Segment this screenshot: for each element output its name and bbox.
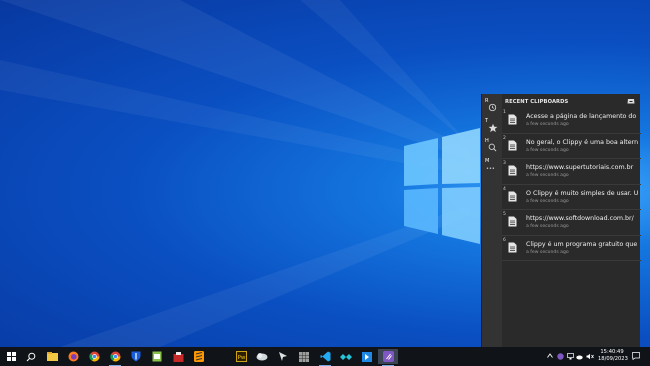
start-icon <box>6 352 16 361</box>
taskbar-chrome-2[interactable] <box>105 349 125 366</box>
clippy-panel: R T H M ••• RECENT CLIPBOARDS 1 Acesse a… <box>481 94 641 348</box>
clip-time: a few seconds ago <box>526 198 569 204</box>
document-icon <box>508 216 517 227</box>
taskbar-app-cursor[interactable] <box>273 349 293 364</box>
more-button[interactable]: M ••• <box>484 158 500 176</box>
taskbar-app-blue[interactable] <box>357 349 377 364</box>
taskbar-notepad[interactable] <box>147 349 167 364</box>
clock-date: 18/09/2023 <box>598 356 628 362</box>
svg-text:Pw: Pw <box>237 355 245 361</box>
taskbar-chrome[interactable] <box>84 349 104 364</box>
item-number: 2 <box>503 135 506 141</box>
clip-time: a few seconds ago <box>526 224 569 229</box>
notepad-icon <box>152 351 162 362</box>
more-icon: ••• <box>486 166 495 172</box>
clip-time: a few seconds ago <box>526 147 569 153</box>
clippy-icon <box>382 351 394 362</box>
taskbar-vscode[interactable] <box>315 349 335 366</box>
clipboard-item[interactable]: 1 Acesse a página de lançamento do Cli a… <box>502 108 641 134</box>
clip-text: No geral, o Clippy é uma boa alternati <box>526 138 638 146</box>
clip-text: Acesse a página de lançamento do Cli <box>526 113 638 120</box>
item-number: 1 <box>503 110 506 115</box>
item-number: 6 <box>503 237 506 243</box>
clipboard-item[interactable]: 5 https://www.softdownload.com.br/ a few… <box>502 210 641 236</box>
clipboard-item[interactable]: 3 https://www.supertutoriais.com.br a fe… <box>502 159 641 185</box>
clock[interactable]: 15:40:49 18/09/2023 <box>598 349 628 363</box>
dreamweaver-icon: Pw <box>235 351 247 362</box>
taskbar-firefox[interactable] <box>63 349 83 364</box>
clippy-tray-icon[interactable] <box>557 353 564 360</box>
clipboard-list: 1 Acesse a página de lançamento do Cli a… <box>502 108 641 261</box>
taskbar-dreamweaver[interactable]: Pw <box>231 349 251 364</box>
vscode-icon <box>320 351 330 362</box>
sublime-icon <box>194 351 204 362</box>
taskbar-app-red[interactable] <box>168 349 188 364</box>
document-icon <box>508 140 517 150</box>
chrome-alt-icon <box>109 351 120 362</box>
taskbar-sublime[interactable] <box>189 349 209 364</box>
taskbar-app-teal[interactable] <box>336 349 356 364</box>
item-number: 5 <box>503 212 506 217</box>
recent-button[interactable]: R <box>484 98 500 116</box>
app-grid-icon <box>299 351 309 362</box>
volume-icon[interactable] <box>586 353 594 360</box>
clippy-sidebar: R T H M ••• <box>482 94 502 348</box>
clock-time: 15:40:49 <box>600 349 624 355</box>
app-cloud-icon <box>256 353 268 361</box>
clipboard-item[interactable]: 6 Clippy é um programa gratuito que ofe … <box>502 236 641 261</box>
taskbar: Pw 15:40:49 18/09/2023 <box>0 347 650 366</box>
search-icon <box>488 143 497 152</box>
app-red-icon <box>173 351 183 362</box>
taskbar-app-cloud[interactable] <box>252 349 272 364</box>
network-icon[interactable] <box>567 353 574 360</box>
search-button[interactable]: H <box>484 138 500 156</box>
clipboard-item[interactable]: 4 O Clippy é muito simples de usar. Uma … <box>502 185 641 210</box>
firefox-icon <box>68 351 78 362</box>
star-icon <box>488 123 498 133</box>
clip-text: Clippy é um programa gratuito que ofe <box>526 240 638 248</box>
clip-time: a few seconds ago <box>526 122 569 127</box>
search-icon <box>26 352 36 361</box>
start-button[interactable] <box>1 349 21 364</box>
history-icon <box>488 103 497 112</box>
taskbar-clippy[interactable] <box>378 349 398 366</box>
taskbar-file-explorer[interactable] <box>42 349 62 364</box>
onedrive-icon[interactable] <box>576 353 583 360</box>
shortcut-key: M <box>485 158 490 164</box>
clip-text: https://www.softdownload.com.br/ <box>526 215 634 222</box>
bitwarden-icon <box>131 351 141 362</box>
item-number: 3 <box>503 161 506 166</box>
notification-icon[interactable] <box>632 352 640 360</box>
tray-box-icon[interactable] <box>627 98 635 104</box>
app-teal-icon <box>340 353 352 360</box>
favorites-button[interactable]: T <box>484 118 500 136</box>
clip-time: a few seconds ago <box>526 249 569 255</box>
taskbar-app-grid[interactable] <box>294 349 314 364</box>
document-icon <box>508 191 517 201</box>
file-explorer-icon <box>46 352 58 361</box>
taskbar-search-button[interactable] <box>21 349 41 364</box>
document-icon <box>508 165 517 176</box>
taskbar-bitwarden[interactable] <box>126 349 146 364</box>
clip-time: a few seconds ago <box>526 173 569 178</box>
app-cursor-icon <box>278 352 287 361</box>
chevron-up-icon[interactable] <box>547 353 553 358</box>
clip-text: https://www.supertutoriais.com.br <box>526 164 634 171</box>
chrome-icon <box>88 351 99 362</box>
app-blue-icon <box>362 351 372 362</box>
panel-title: RECENT CLIPBOARDS <box>505 99 569 105</box>
document-icon <box>508 114 517 125</box>
document-icon <box>508 242 517 252</box>
item-number: 4 <box>503 186 506 192</box>
clip-text: O Clippy é muito simples de usar. Uma <box>526 189 638 197</box>
clipboard-item[interactable]: 2 No geral, o Clippy é uma boa alternati… <box>502 134 641 159</box>
panel-header: RECENT CLIPBOARDS <box>505 97 637 107</box>
